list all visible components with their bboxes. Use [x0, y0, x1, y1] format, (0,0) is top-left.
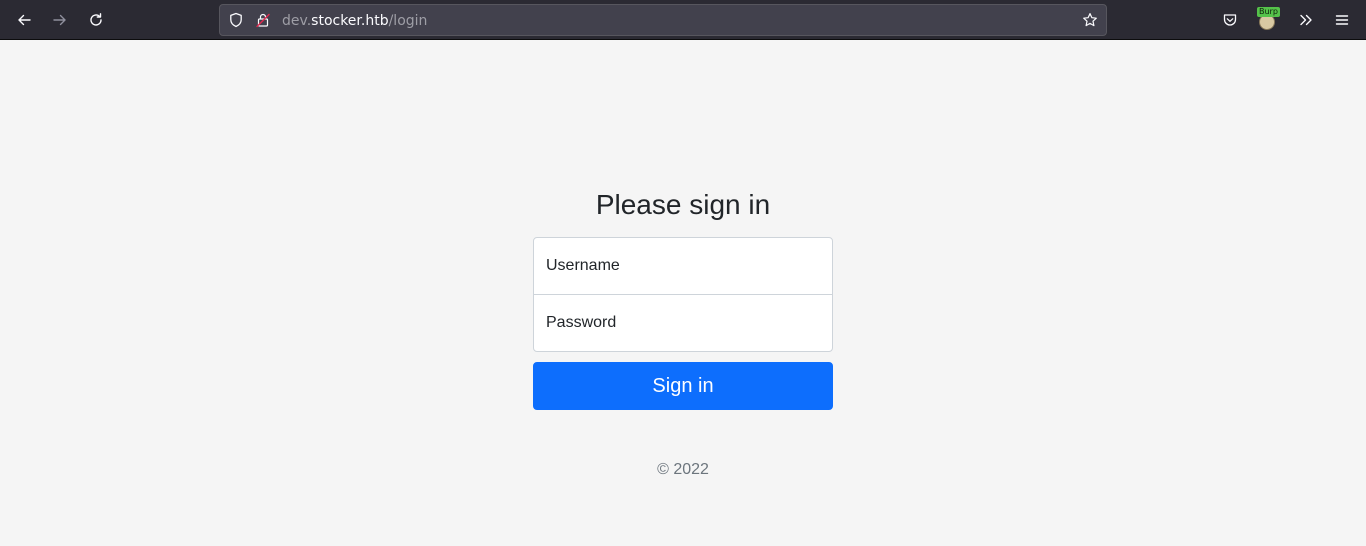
arrow-right-icon — [53, 14, 66, 26]
arrow-left-icon — [18, 14, 31, 26]
pocket-icon — [1223, 14, 1237, 26]
star-icon[interactable] — [1082, 12, 1098, 28]
copyright-footer: © 2022 — [657, 461, 709, 478]
url-host: stocker.htb — [311, 13, 389, 29]
url-path: /login — [388, 13, 428, 29]
reload-icon — [90, 13, 102, 26]
forward-button[interactable] — [46, 6, 74, 34]
url-subdomain: dev. — [282, 13, 312, 29]
insecure-lock-icon[interactable] — [255, 12, 271, 28]
overflow-button[interactable] — [1292, 6, 1320, 34]
address-bar[interactable]: dev.stocker.htb/login — [219, 4, 1107, 36]
menu-button[interactable] — [1328, 6, 1356, 34]
browser-toolbar: dev.stocker.htb/login Burp — [0, 0, 1366, 40]
pocket-button[interactable] — [1216, 6, 1244, 34]
url-text[interactable]: dev.stocker.htb/login — [282, 12, 427, 30]
signin-form: Please sign in Sign in — [533, 185, 833, 410]
hamburger-menu-icon — [1335, 15, 1349, 25]
back-button[interactable] — [10, 6, 38, 34]
page-heading: Please sign in — [595, 189, 771, 220]
shield-icon[interactable] — [228, 12, 244, 28]
burp-extension-button[interactable]: Burp — [1253, 6, 1281, 34]
username-input[interactable] — [533, 237, 833, 295]
sign-in-button[interactable]: Sign in — [533, 362, 833, 410]
reload-button[interactable] — [82, 6, 110, 34]
password-input[interactable] — [533, 294, 833, 352]
chevron-double-right-icon — [1300, 14, 1312, 26]
burp-badge: Burp — [1257, 7, 1280, 17]
